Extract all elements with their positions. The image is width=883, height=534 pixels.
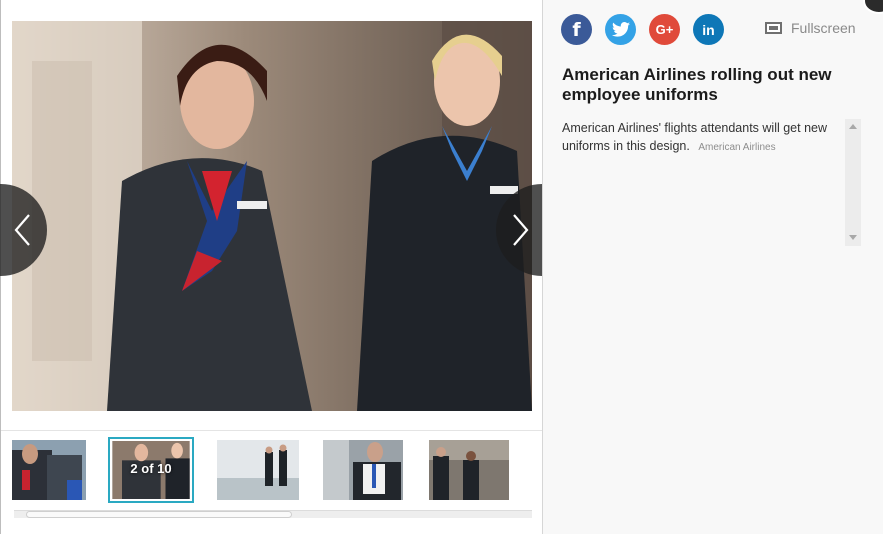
thumb-4[interactable]	[323, 440, 403, 500]
info-panel: f G+ in Fullscreen American Airlines rol…	[543, 0, 883, 534]
googleplus-share-button[interactable]: G+	[649, 14, 680, 45]
twitter-share-button[interactable]	[605, 14, 636, 45]
linkedin-icon: in	[702, 21, 715, 38]
gallery-pane: 2 of 10	[0, 0, 544, 534]
fullscreen-label: Fullscreen	[791, 20, 856, 36]
thumb-3-illustration	[217, 440, 299, 500]
thumbnail-scrollbar[interactable]	[14, 510, 532, 518]
caption-scrollbar[interactable]	[845, 119, 861, 246]
main-photo-illustration	[12, 21, 532, 411]
main-photo[interactable]	[12, 21, 532, 411]
thumbnail-scrollbar-thumb[interactable]	[26, 511, 292, 518]
thumb-3[interactable]	[217, 440, 299, 500]
gallery-modal: 2 of 10 f G+ in Fullscreen American Airl…	[0, 0, 883, 534]
facebook-icon: f	[572, 18, 581, 41]
scroll-up-arrow-icon[interactable]	[849, 124, 857, 129]
facebook-share-button[interactable]: f	[561, 14, 592, 45]
chevron-left-icon	[14, 214, 30, 246]
linkedin-share-button[interactable]: in	[693, 14, 724, 45]
photo-counter: 2 of 10	[130, 461, 172, 476]
chevron-right-icon	[513, 214, 529, 246]
photo-caption: American Airlines' flights attendants wi…	[562, 119, 844, 157]
photo-title: American Airlines rolling out new employ…	[562, 65, 832, 104]
googleplus-icon: G+	[655, 22, 674, 37]
scroll-down-arrow-icon[interactable]	[849, 235, 857, 240]
caption-area: American Airlines' flights attendants wi…	[562, 119, 862, 246]
thumbnail-strip: 2 of 10	[1, 436, 542, 506]
twitter-bird-icon	[611, 22, 630, 37]
thumb-1[interactable]	[12, 440, 86, 500]
fullscreen-icon	[765, 22, 782, 34]
thumb-1-illustration	[12, 440, 86, 500]
gallery-divider	[1, 430, 542, 431]
thumb-5-illustration	[429, 440, 509, 500]
caption-text: American Airlines' flights attendants wi…	[562, 121, 828, 153]
thumb-2[interactable]: 2 of 10	[108, 437, 194, 503]
photo-source: American Airlines	[698, 142, 776, 153]
thumb-5[interactable]	[429, 440, 509, 500]
thumb-4-illustration	[323, 440, 403, 500]
fullscreen-button[interactable]: Fullscreen	[765, 20, 856, 36]
